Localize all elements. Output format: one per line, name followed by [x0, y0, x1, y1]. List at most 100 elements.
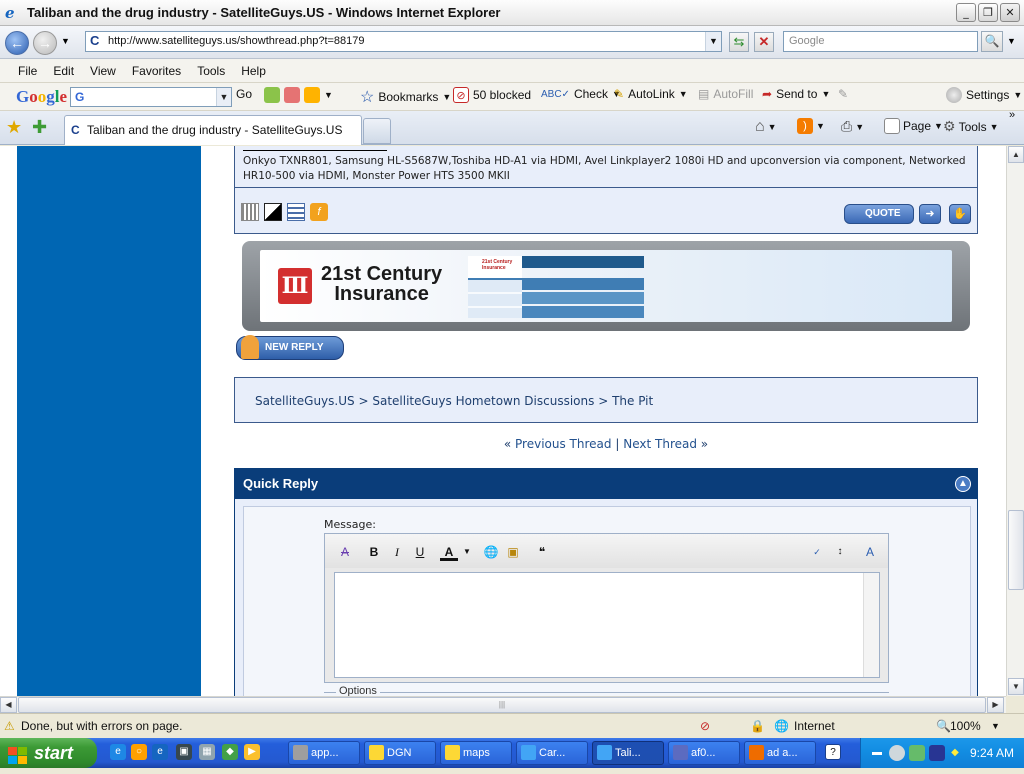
news-icon[interactable] [284, 87, 300, 103]
scroll-left-button[interactable]: ◀ [0, 697, 17, 713]
quicklaunch-app-icon[interactable]: ◆ [222, 744, 238, 760]
bookmarks-button[interactable]: ☆ Bookmarks ▼ [360, 87, 451, 107]
breadcrumb-home[interactable]: SatelliteGuys.US [255, 394, 355, 408]
task-car[interactable]: Car... [516, 741, 588, 765]
add-favorite-icon[interactable]: ✚ [32, 117, 47, 137]
autofill-button[interactable]: ▤ AutoFill [698, 87, 753, 101]
google-extra-icons[interactable]: ▼ [264, 87, 333, 103]
quicklaunch-media-icon[interactable]: ▶ [244, 744, 260, 760]
autolink-button[interactable]: ✎ AutoLink ▼ [614, 87, 688, 101]
scroll-up-button[interactable]: ▲ [1008, 146, 1024, 163]
tools-menu-button[interactable]: ⚙ Tools ▼ [943, 118, 999, 135]
horizontal-scroll-thumb[interactable]: ||| [18, 697, 986, 713]
quicklaunch-calculator-icon[interactable]: ▦ [199, 744, 215, 760]
remove-format-icon[interactable]: A [336, 543, 354, 561]
scroll-right-button[interactable]: ▶ [987, 697, 1004, 713]
zoom-level[interactable]: 100% [950, 718, 981, 735]
switch-editor-mode-icon[interactable]: A [861, 543, 879, 561]
vertical-scrollbar[interactable]: ▲ ▼ [1006, 146, 1024, 696]
toolbar-overflow-icon[interactable]: » [1009, 109, 1015, 121]
task-dgn[interactable]: DGN [364, 741, 436, 765]
tray-alert-icon[interactable]: ◆ [947, 745, 963, 761]
gadget-icon[interactable] [304, 87, 320, 103]
horizontal-scrollbar[interactable]: ◀ ||| ▶ [0, 696, 1006, 713]
close-button[interactable]: ✕ [1000, 3, 1020, 22]
quote-button[interactable]: QUOTE [844, 204, 914, 224]
spellcheck-button[interactable]: ABC✓ Check ▼ [541, 87, 621, 101]
underline-button[interactable]: U [411, 543, 429, 561]
insert-link-icon[interactable]: 🌐 [482, 543, 500, 561]
clock[interactable]: 9:24 AM [970, 738, 1014, 768]
menu-tools[interactable]: Tools [197, 64, 225, 78]
feeds-button[interactable]: ) ▼ [797, 118, 825, 134]
google-search-input[interactable]: G ▼ [70, 87, 232, 107]
task-ad[interactable]: ad a... [744, 741, 816, 765]
advertisement-banner[interactable]: Ⅲ 21st Century Insurance 21st Century In… [242, 241, 970, 331]
task-maps[interactable]: maps [440, 741, 512, 765]
google-search-dropdown-icon[interactable]: ▼ [216, 88, 231, 106]
warning-icon[interactable]: ⚠ [4, 718, 15, 735]
popup-blocker-button[interactable]: ⊘ 50 blocked [453, 87, 531, 103]
extras-dropdown-icon[interactable]: ▼ [324, 90, 333, 100]
stop-button[interactable]: ✕ [754, 32, 774, 52]
address-dropdown-icon[interactable]: ▼ [705, 32, 721, 51]
quicklaunch-desktop-icon[interactable]: ▣ [176, 744, 192, 760]
quicklaunch-ie2-icon[interactable]: e [152, 744, 168, 760]
favorites-star-icon[interactable]: ★ [6, 117, 22, 137]
menu-view[interactable]: View [90, 64, 116, 78]
resize-editor-icon[interactable]: ↕ [831, 543, 849, 561]
scroll-down-button[interactable]: ▼ [1008, 678, 1024, 695]
search-button[interactable]: 🔍 [981, 31, 1003, 52]
multi-quote-button[interactable]: ➜ [919, 204, 941, 224]
delicious-icon[interactable] [264, 203, 282, 221]
help-icon[interactable]: ? [825, 744, 841, 760]
breadcrumb-the-pit[interactable]: The Pit [612, 394, 653, 408]
forward-button[interactable]: → [33, 31, 57, 55]
highlight-icon[interactable]: ✎ [838, 87, 848, 101]
quicklaunch-outlook-icon[interactable]: ○ [131, 744, 147, 760]
page-menu-button[interactable]: Page ▼ [884, 118, 943, 134]
picture-icon[interactable] [264, 87, 280, 103]
collapse-icon[interactable]: ▲ [955, 476, 971, 492]
menu-help[interactable]: Help [241, 64, 266, 78]
print-button[interactable]: ⎙ ▼ [841, 118, 864, 135]
next-thread-link[interactable]: Next Thread [623, 437, 697, 451]
breadcrumb-hometown[interactable]: SatelliteGuys Hometown Discussions [372, 394, 594, 408]
font-color-dropdown-icon[interactable]: ▼ [458, 543, 476, 561]
stumble-icon[interactable] [287, 203, 305, 221]
menu-file[interactable]: File [18, 64, 37, 78]
font-color-button[interactable]: A [440, 543, 458, 561]
previous-thread-link[interactable]: Previous Thread [515, 437, 612, 451]
quicklaunch-ie-icon[interactable]: e [110, 744, 126, 760]
furl-icon[interactable]: f [310, 203, 328, 221]
bold-button[interactable]: B [365, 543, 383, 561]
maximize-button[interactable]: ❐ [978, 3, 998, 22]
tab-active[interactable]: C Taliban and the drug industry - Satell… [64, 115, 362, 145]
start-button[interactable]: start [0, 738, 97, 768]
task-af0[interactable]: af0... [668, 741, 740, 765]
tray-volume-icon[interactable] [889, 745, 905, 761]
insert-image-icon[interactable]: ▣ [504, 543, 522, 561]
back-button[interactable]: ← [5, 31, 29, 55]
task-app[interactable]: app... [288, 741, 360, 765]
new-tab-button[interactable] [363, 118, 391, 144]
report-post-button[interactable]: ✋ [949, 204, 971, 224]
tray-app-icon[interactable] [909, 745, 925, 761]
italic-button[interactable]: I [388, 543, 406, 561]
quote-tag-icon[interactable]: ❝ [533, 543, 551, 561]
task-taliban-active[interactable]: Tali... [592, 741, 664, 765]
vertical-scroll-thumb[interactable] [1008, 510, 1024, 590]
zoom-dropdown-icon[interactable]: ▼ [991, 718, 1000, 735]
settings-button[interactable]: Settings ▼ [946, 87, 1022, 103]
editor-scrollbar[interactable] [863, 573, 879, 677]
digg-icon[interactable] [241, 203, 259, 221]
spellcheck-editor-icon[interactable]: ✓ [808, 543, 826, 561]
google-go-button[interactable]: Go [236, 87, 252, 101]
menu-edit[interactable]: Edit [53, 64, 74, 78]
home-button[interactable]: ⌂ ▼ [755, 118, 777, 136]
search-dropdown-icon[interactable]: ▼ [1004, 31, 1019, 52]
refresh-button[interactable]: ⇆ [729, 32, 749, 52]
privacy-icon[interactable]: ⊘ [700, 718, 710, 735]
minimize-button[interactable]: _ [956, 3, 976, 22]
address-bar[interactable]: C http://www.satelliteguys.us/showthread… [85, 31, 722, 52]
